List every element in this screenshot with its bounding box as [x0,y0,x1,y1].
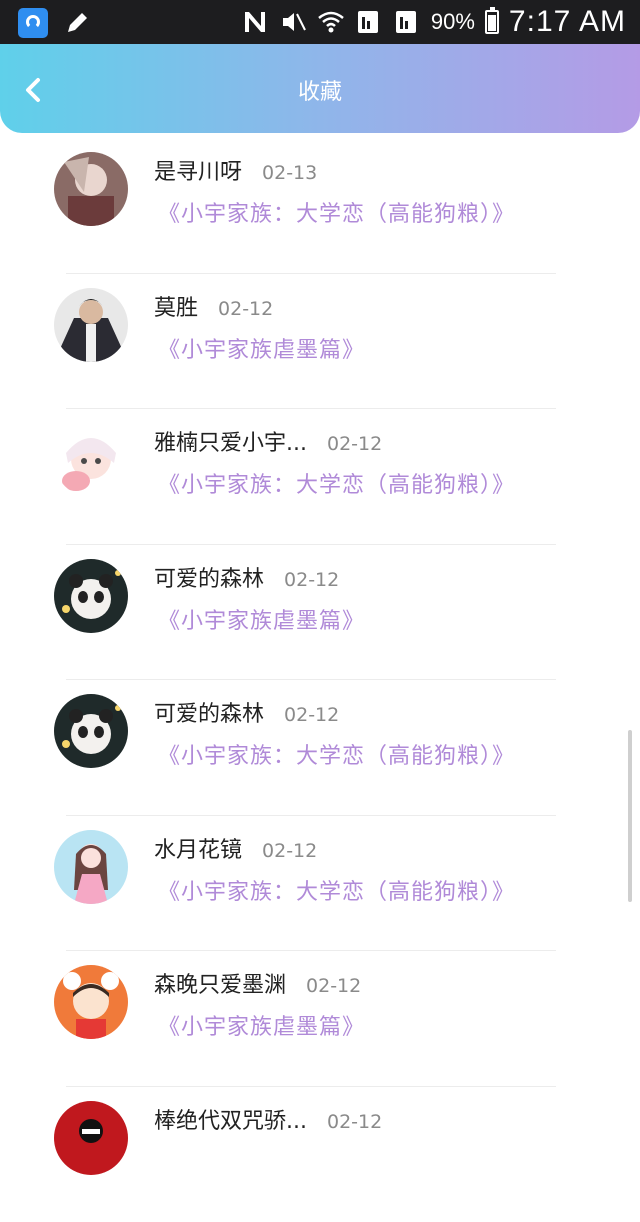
username[interactable]: 可爱的森林 [154,561,264,593]
date: 02-12 [284,569,339,591]
username[interactable]: 莫胜 [154,290,198,322]
date: 02-12 [306,975,361,997]
item-header: 是寻川呀 02-13 [154,154,317,186]
sim1-signal-icon [355,8,383,36]
story-title[interactable]: 《小宇家族：大学恋（高能狗粮）》 [158,874,515,906]
item-header: 莫胜 02-12 [154,290,273,322]
header-bar: 收藏 [0,44,640,133]
story-title[interactable]: 《小宇家族：大学恋（高能狗粮）》 [158,738,515,770]
avatar[interactable] [54,288,128,362]
list-item[interactable]: 莫胜 02-12 《小宇家族虐墨篇》 [0,274,640,410]
pencil-icon [62,8,92,38]
item-header: 可爱的森林 02-12 [154,696,339,728]
avatar[interactable] [54,152,128,226]
story-title[interactable]: 《小宇家族：大学恋（高能狗粮）》 [158,196,515,228]
date: 02-12 [218,298,273,320]
status-left [18,8,92,38]
list-item[interactable]: 是寻川呀 02-13 《小宇家族：大学恋（高能狗粮）》 [0,138,640,274]
avatar[interactable] [54,830,128,904]
battery-percent: 90% [431,9,475,35]
item-header: 棒绝代双咒骄... 02-12 [154,1103,382,1135]
date: 02-13 [262,162,317,184]
list-item[interactable]: 可爱的森林 02-12 《小宇家族虐墨篇》 [0,545,640,681]
list-item[interactable]: 森晚只爱墨渊 02-12 《小宇家族虐墨篇》 [0,951,640,1087]
username[interactable]: 是寻川呀 [154,154,242,186]
username[interactable]: 可爱的森林 [154,696,264,728]
date: 02-12 [284,704,339,726]
username[interactable]: 雅楠只爱小宇... [154,425,307,457]
list-item[interactable]: 雅楠只爱小宇... 02-12 《小宇家族：大学恋（高能狗粮）》 [0,409,640,545]
username[interactable]: 森晚只爱墨渊 [154,967,286,999]
status-bar: 90% 7:17 AM [0,0,640,44]
favorites-list[interactable]: 是寻川呀 02-13 《小宇家族：大学恋（高能狗粮）》 莫胜 02-12 《小宇… [0,138,640,1222]
battery-icon [485,10,499,34]
item-header: 水月花镜 02-12 [154,832,317,864]
page-title: 收藏 [0,74,640,106]
item-header: 雅楠只爱小宇... 02-12 [154,425,382,457]
date: 02-12 [262,840,317,862]
wifi-icon [317,8,345,36]
clock: 7:17 AM [509,5,626,39]
list-item[interactable]: 水月花镜 02-12 《小宇家族：大学恋（高能狗粮）》 [0,816,640,952]
item-header: 森晚只爱墨渊 02-12 [154,967,361,999]
nfc-icon [241,8,269,36]
story-title[interactable]: 《小宇家族虐墨篇》 [158,603,365,635]
list-item[interactable]: 棒绝代双咒骄... 02-12 [0,1087,640,1222]
scrollbar[interactable] [628,730,632,902]
battery-fill [488,15,496,31]
username[interactable]: 水月花镜 [154,832,242,864]
avatar[interactable] [54,559,128,633]
avatar[interactable] [54,423,128,497]
mute-icon [279,8,307,36]
date: 02-12 [327,1111,382,1133]
avatar[interactable] [54,694,128,768]
story-title[interactable]: 《小宇家族虐墨篇》 [158,332,365,364]
item-header: 可爱的森林 02-12 [154,561,339,593]
story-title[interactable]: 《小宇家族虐墨篇》 [158,1009,365,1041]
date: 02-12 [327,433,382,455]
wifi-hotspot-app-icon [18,8,48,38]
list-item[interactable]: 可爱的森林 02-12 《小宇家族：大学恋（高能狗粮）》 [0,680,640,816]
username[interactable]: 棒绝代双咒骄... [154,1103,307,1135]
story-title[interactable]: 《小宇家族：大学恋（高能狗粮）》 [158,467,515,499]
status-right: 90% 7:17 AM [241,0,626,44]
avatar[interactable] [54,965,128,1039]
sim2-signal-icon [393,8,421,36]
